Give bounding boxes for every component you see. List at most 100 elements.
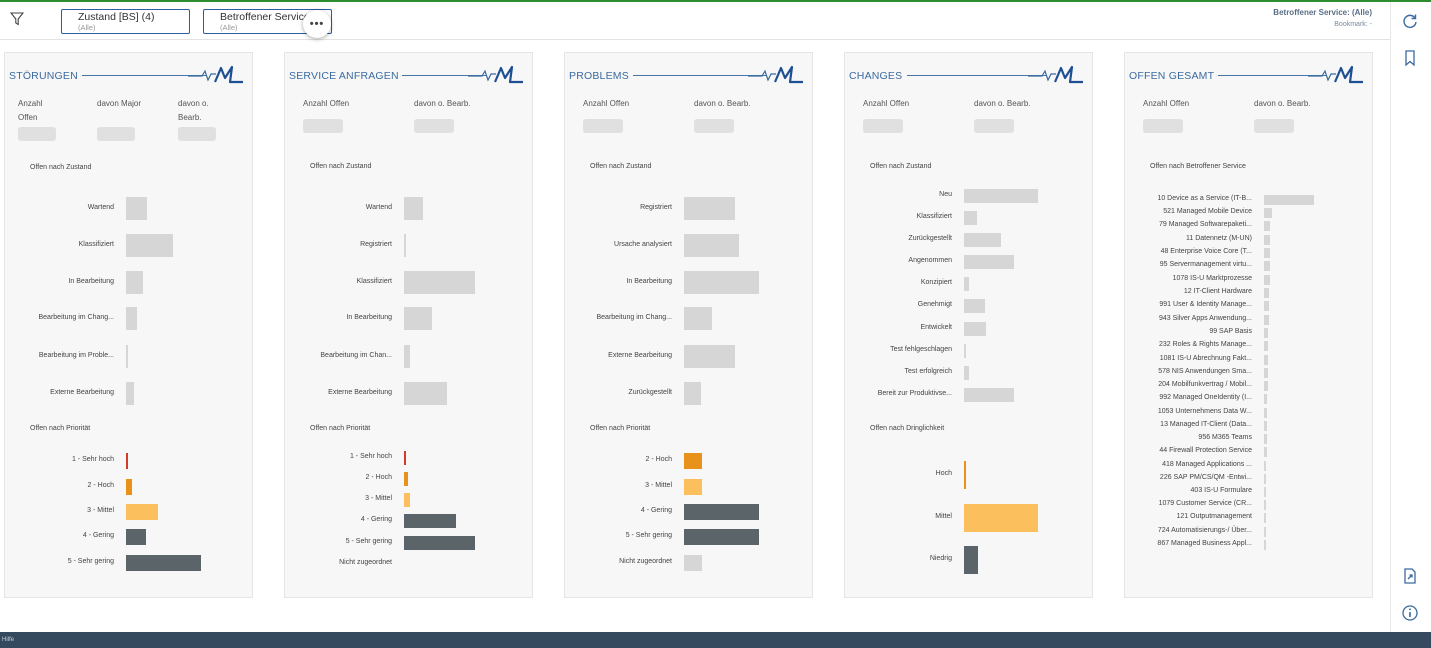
bar-label: 2 - Hoch — [87, 482, 114, 489]
card-title: OFFEN GESAMT — [1129, 70, 1215, 82]
bar — [684, 234, 739, 257]
bar-label: Niedrig — [929, 555, 952, 562]
bar-label: Neu — [939, 191, 952, 198]
dashboard-card: OFFEN GESAMT Anzahl Offen davon o. Bearb. O… — [1124, 52, 1373, 598]
bar-label: Bereit zur Produktivse... — [877, 390, 952, 397]
bar — [964, 322, 987, 336]
dashboard-card: PROBLEMS Anzahl Offen davon o. Bearb. Offen… — [564, 52, 813, 598]
bar-label: 99 SAP Basis — [1209, 328, 1252, 335]
bar-label: 3 - Mittel — [645, 482, 672, 489]
bar-label: 403 IS-U Formulare — [1190, 487, 1252, 494]
card-title: PROBLEMS — [569, 70, 629, 82]
bar-label: Nicht zugeordnet — [619, 558, 672, 565]
bar-label: 5 - Sehr gering — [345, 538, 392, 545]
bar — [404, 536, 475, 550]
bar — [1264, 474, 1266, 484]
section-title: Offen nach Zustand — [30, 164, 92, 171]
kpi-value-redacted — [694, 119, 734, 133]
status-bar: Hilfe — [0, 632, 1431, 648]
bar-label: Bearbeitung im Chan... — [320, 351, 392, 359]
bar — [1264, 208, 1272, 218]
bar-label: Test erfolgreich — [904, 368, 952, 375]
logo-icon — [1028, 65, 1083, 84]
bar — [964, 504, 1038, 532]
bar-label: Hoch — [935, 470, 952, 477]
bar — [126, 529, 146, 545]
bar-label: 2 - Hoch — [365, 474, 392, 481]
bar — [404, 271, 475, 294]
bar-label: Bearbeitung im Chang... — [596, 313, 673, 321]
bar-label: Registriert — [360, 240, 392, 248]
bar-label: Entwickelt — [920, 324, 952, 331]
filter-chip-zustand[interactable]: Zustand [BS] (4) (Alle) — [61, 9, 190, 34]
bar-label: 1053 Unternehmens Data W... — [1157, 408, 1252, 415]
section-title: Offen nach Priorität — [30, 425, 91, 432]
bar — [1264, 434, 1267, 444]
bar — [684, 345, 735, 368]
filter-chip-zustand-value: (Alle) — [78, 23, 96, 32]
bar-label: 12 IT-Client Hardware — [1183, 288, 1252, 295]
filter-summary: Betroffener Service: (Alle) Bookmark: - — [1273, 8, 1372, 28]
bar — [1264, 527, 1266, 537]
bar — [684, 555, 702, 571]
card-header: CHANGES — [849, 65, 1086, 85]
help-link[interactable]: Hilfe — [2, 637, 14, 643]
bar — [684, 197, 735, 220]
bar-label: 3 - Mittel — [87, 507, 114, 514]
bar — [684, 504, 759, 520]
filter-chip-zustand-title: Zustand [BS] (4) — [78, 11, 155, 23]
kpi-value-redacted — [414, 119, 454, 133]
bar — [964, 461, 967, 489]
bookmark-icon[interactable] — [1401, 49, 1419, 67]
bar — [1264, 288, 1269, 298]
bar — [1264, 355, 1268, 365]
bar-label: Zurückgestellt — [628, 388, 672, 396]
bar — [404, 197, 424, 220]
export-icon[interactable] — [1401, 567, 1419, 585]
card-header: OFFEN GESAMT — [1129, 65, 1366, 85]
card-title: SERVICE ANFRAGEN — [289, 70, 399, 82]
bar — [964, 366, 970, 380]
bar-label: Genehmigt — [917, 301, 952, 308]
info-icon[interactable] — [1401, 604, 1419, 622]
bar — [1264, 500, 1266, 510]
card-title-rule — [906, 75, 1046, 76]
bar — [684, 453, 702, 469]
filter-icon[interactable] — [10, 12, 24, 26]
kpi-label: Anzahl Offen — [18, 99, 43, 122]
bar — [1264, 461, 1266, 471]
bar — [1264, 368, 1268, 378]
bar-label: Externe Bearbeitung — [608, 351, 672, 359]
refresh-icon[interactable] — [1401, 12, 1419, 30]
bar — [964, 189, 1038, 203]
logo-icon — [748, 65, 803, 84]
bar-label: 1 - Sehr hoch — [349, 453, 392, 460]
bar-label: Externe Bearbeitung — [50, 388, 114, 396]
bar-label: Nicht zugeordnet — [339, 559, 392, 566]
bar-label: 3 - Mittel — [365, 495, 392, 502]
bar — [1264, 421, 1267, 431]
bar-label: 204 Mobilfunkvertrag / Mobil... — [1158, 381, 1252, 388]
bar — [684, 307, 712, 330]
bar-label: 991 User & Identity Manage... — [1159, 301, 1252, 308]
bar — [1264, 540, 1266, 550]
bar-label: 521 Managed Mobile Device — [1163, 208, 1252, 215]
bar-label: Registriert — [640, 203, 672, 211]
card-header: PROBLEMS — [569, 65, 806, 85]
bar — [1264, 328, 1268, 338]
bar-label: Klassifiziert — [356, 277, 392, 285]
kpi-value-redacted — [974, 119, 1014, 133]
bar — [1264, 301, 1269, 311]
kpi-label: davon Major — [97, 99, 142, 108]
bar-label: 226 SAP PM/CS/QM -Entwi... — [1159, 474, 1252, 481]
bar-label: Angenommen — [908, 257, 952, 264]
dashboard-card: SERVICE ANFRAGEN Anzahl Offen davon o. Bea… — [284, 52, 533, 598]
bar — [1264, 221, 1270, 231]
card-title: CHANGES — [849, 70, 903, 82]
bar-label: 1079 Customer Service (CR... — [1158, 500, 1252, 507]
kpi-value-redacted — [97, 127, 135, 141]
bar — [126, 479, 132, 495]
bar-label: 724 Automatisierungs-/ Über... — [1157, 527, 1252, 534]
more-options-button[interactable]: ••• — [303, 10, 331, 38]
bar — [1264, 235, 1270, 245]
